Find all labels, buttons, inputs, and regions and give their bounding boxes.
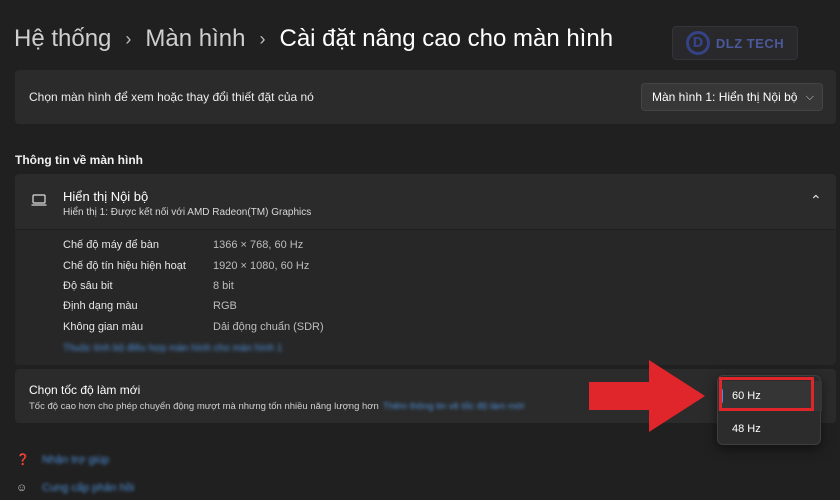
watermark-logo: D DLZ TECH [672,26,798,60]
feedback-icon: ☺ [16,482,28,494]
info-row-value: 8 bit [213,280,234,292]
info-row-key: Không gian màu [63,321,144,333]
display-select-dropdown[interactable]: Màn hình 1: Hiển thị Nội bộ ⌵ [641,83,823,111]
section-title: Thông tin về màn hình [15,153,143,167]
info-row-key: Chế độ tín hiệu hiện hoạt [63,260,186,272]
display-select-value: Màn hình 1: Hiển thị Nội bộ [652,90,798,104]
refresh-rate-title: Chọn tốc độ làm mới [29,383,141,397]
breadcrumb: Hệ thống › Màn hình › Cài đặt nâng cao c… [14,22,613,56]
feedback-link[interactable]: ☺ Cung cấp phản hồi [16,480,134,496]
page-title: Cài đặt nâng cao cho màn hình [279,25,614,52]
chevron-right-icon: › [259,28,266,49]
refresh-rate-description-text: Tốc độ cao hơn cho phép chuyển động mượt… [29,401,379,412]
red-arrow-annotation [589,360,705,432]
refresh-rate-card: Chọn tốc độ làm mới Tốc độ cao hơn cho p… [15,369,836,423]
info-row-key: Định dạng màu [63,300,138,312]
chevron-right-icon: › [125,28,132,49]
logo-text: DLZ TECH [715,35,785,51]
info-row-value: 1920 × 1080, 60 Hz [213,260,310,272]
info-row-key: Độ sâu bit [63,280,113,292]
adapter-properties-link[interactable]: Thuộc tính bộ điều hợp màn hình cho màn … [63,343,282,354]
help-icon: ❓ [16,454,30,466]
display-info-header[interactable]: Hiển thị Nội bộ Hiển thị 1: Được kết nối… [15,174,836,229]
info-row-key: Chế độ máy để bàn [63,239,160,251]
chevron-up-icon[interactable]: ⌃ [810,192,822,209]
red-highlight-box [719,377,814,411]
laptop-icon [31,194,47,206]
display-info-title: Hiển thị Nội bộ [63,189,149,204]
refresh-rate-option[interactable]: 48 Hz [718,414,822,444]
help-link-label: Nhận trợ giúp [42,454,110,466]
breadcrumb-system[interactable]: Hệ thống [14,25,111,53]
refresh-rate-description: Tốc độ cao hơn cho phép chuyển động mượt… [29,401,524,412]
info-row-value: Dải động chuẩn (SDR) [213,321,324,333]
display-info-subtitle: Hiển thị 1: Được kết nối với AMD Radeon(… [63,207,312,218]
display-select-label: Chọn màn hình để xem hoặc thay đổi thiết… [29,90,314,104]
info-row-value: RGB [213,300,237,312]
display-select-card: Chọn màn hình để xem hoặc thay đổi thiết… [15,70,836,124]
logo-mark: D [685,31,710,55]
breadcrumb-display[interactable]: Màn hình [145,25,245,53]
help-link[interactable]: ❓ Nhận trợ giúp [16,452,109,468]
feedback-link-label: Cung cấp phản hồi [42,482,135,494]
chevron-down-icon: ⌵ [805,90,814,103]
info-row-value: 1366 × 768, 60 Hz [213,239,304,251]
display-info-details: Chế độ máy để bàn 1366 × 768, 60 Hz Chế … [15,230,836,365]
refresh-rate-info-link[interactable]: Thêm thông tin về tốc độ làm mới [383,401,524,412]
